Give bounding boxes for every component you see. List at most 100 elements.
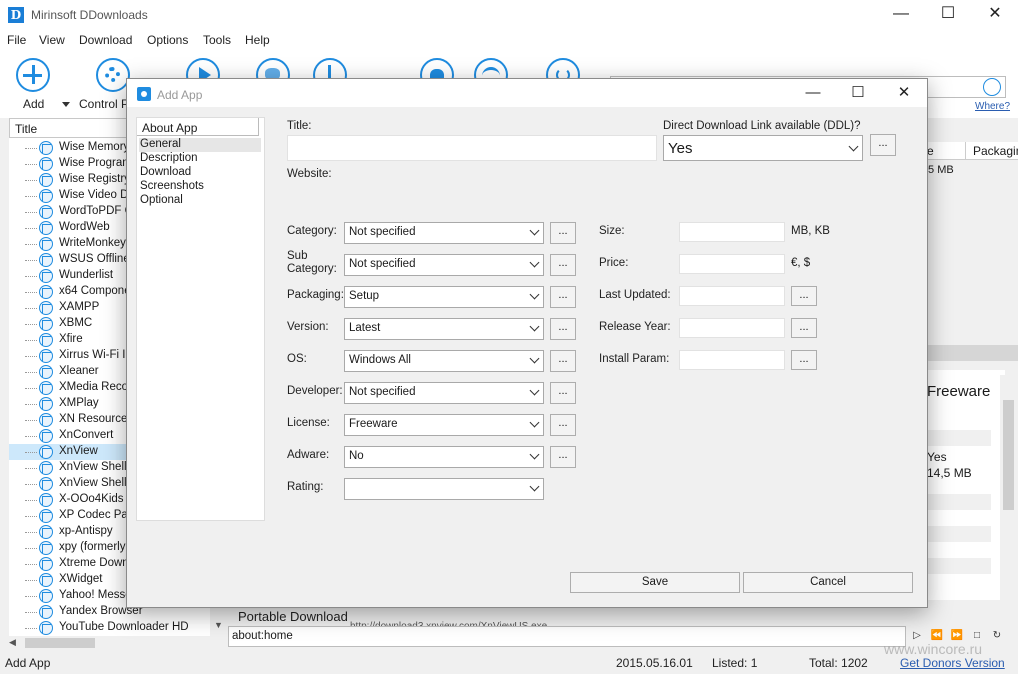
- chevron-down-icon[interactable]: [62, 102, 70, 107]
- nav-item-general[interactable]: General: [139, 138, 261, 152]
- tree-line: [25, 532, 37, 533]
- list-item-label: xp-Antispy: [59, 525, 113, 537]
- table-header: e Packaging: [925, 142, 1018, 160]
- app-icon: [39, 253, 53, 267]
- website-label: Website:: [287, 168, 332, 180]
- menu-view[interactable]: View: [39, 33, 65, 47]
- dialog-close-button[interactable]: ✕: [881, 79, 927, 107]
- menu-download[interactable]: Download: [79, 33, 132, 47]
- field-input[interactable]: [679, 318, 785, 338]
- search-icon[interactable]: [983, 78, 1001, 96]
- app-icon: [39, 141, 53, 155]
- chevron-down-icon: [529, 257, 540, 268]
- cancel-button[interactable]: Cancel: [743, 572, 913, 593]
- list-item-label: XBMC: [59, 317, 93, 329]
- field-browse-button[interactable]: ...: [550, 222, 576, 244]
- field-select[interactable]: Not specified: [344, 254, 544, 276]
- maximize-button[interactable]: ☐: [925, 0, 971, 30]
- field-input[interactable]: [679, 286, 785, 306]
- field-browse-button[interactable]: ...: [550, 350, 576, 372]
- minimize-button[interactable]: —: [878, 0, 924, 30]
- tree-line: [25, 148, 37, 149]
- tree-line: [25, 260, 37, 261]
- app-icon: [39, 429, 53, 443]
- field-input[interactable]: [679, 254, 785, 274]
- tree-line: [25, 308, 37, 309]
- donors-link[interactable]: Get Donors Version: [900, 656, 1005, 670]
- field-select[interactable]: No: [344, 446, 544, 468]
- menu-file[interactable]: File: [7, 33, 26, 47]
- list-item-label: Yahoo! Messe: [59, 589, 132, 601]
- refresh-icon[interactable]: ↻: [990, 629, 1004, 643]
- nav-item-description[interactable]: Description: [139, 152, 261, 166]
- address-input[interactable]: about:home: [228, 626, 906, 647]
- where-link[interactable]: Where?: [975, 101, 1010, 112]
- add-button-label[interactable]: Add: [23, 97, 44, 111]
- license-value: Freeware: [927, 383, 991, 400]
- list-item-label: Wunderlist: [59, 269, 114, 281]
- app-icon: [39, 285, 53, 299]
- save-button[interactable]: Save: [570, 572, 740, 593]
- field-select[interactable]: [344, 478, 544, 500]
- app-icon: [39, 445, 53, 459]
- field-browse-button[interactable]: ...: [550, 382, 576, 404]
- detail-scrollbar[interactable]: [1000, 375, 1017, 615]
- field-select[interactable]: Freeware: [344, 414, 544, 436]
- app-icon: [39, 621, 53, 635]
- field-browse-button[interactable]: ...: [791, 286, 817, 306]
- field-browse-button[interactable]: ...: [791, 318, 817, 338]
- app-icon: [39, 525, 53, 539]
- tree-line: [25, 276, 37, 277]
- splitter[interactable]: [925, 345, 1018, 361]
- tree-line: [25, 548, 37, 549]
- ddl-browse-button[interactable]: ...: [870, 134, 896, 156]
- dialog-minimize-button[interactable]: —: [790, 79, 836, 107]
- nav-item-optional[interactable]: Optional: [139, 194, 261, 208]
- menu-options[interactable]: Options: [147, 33, 188, 47]
- field-browse-button[interactable]: ...: [550, 254, 576, 276]
- dialog-maximize-button[interactable]: ☐: [835, 79, 881, 107]
- plus-icon[interactable]: [16, 58, 50, 92]
- app-icon: [39, 413, 53, 427]
- nav-header: About App: [137, 118, 259, 136]
- close-button[interactable]: ✕: [972, 0, 1018, 30]
- field-browse-button[interactable]: ...: [550, 318, 576, 340]
- menu-help[interactable]: Help: [245, 33, 270, 47]
- tree-line: [25, 388, 37, 389]
- add-app-dialog: Add App — ☐ ✕ About App General Descript…: [126, 78, 928, 608]
- list-item-label: XnView: [59, 445, 98, 457]
- field-select[interactable]: Not specified: [344, 222, 544, 244]
- column-header-packaging[interactable]: Packaging: [973, 144, 1018, 158]
- tree-line: [25, 196, 37, 197]
- list-item-label: Wise Registry: [59, 173, 130, 185]
- field-input[interactable]: [679, 222, 785, 242]
- nav-item-screenshots[interactable]: Screenshots: [139, 180, 261, 194]
- field-input[interactable]: [679, 350, 785, 370]
- app-icon: [39, 397, 53, 411]
- title-input[interactable]: [287, 135, 657, 161]
- ddl-select[interactable]: Yes: [663, 135, 863, 161]
- gear-icon[interactable]: [96, 58, 130, 92]
- app-icon: [39, 589, 53, 603]
- scroll-thumb[interactable]: [25, 638, 95, 648]
- list-item[interactable]: YouTube Downloader HD: [9, 620, 210, 636]
- nav-item-download[interactable]: Download: [139, 166, 261, 180]
- app-icon: [39, 205, 53, 219]
- menu-tools[interactable]: Tools: [203, 33, 231, 47]
- list-item-label: XMedia Recod: [59, 381, 135, 393]
- status-total: Total: 1202: [809, 656, 868, 670]
- field-select[interactable]: Setup: [344, 286, 544, 308]
- field-label: Size:: [599, 225, 625, 237]
- app-icon: [137, 87, 151, 101]
- field-select[interactable]: Not specified: [344, 382, 544, 404]
- field-browse-button[interactable]: ...: [550, 446, 576, 468]
- field-select[interactable]: Windows All: [344, 350, 544, 372]
- list-item-label: Wise Program: [59, 157, 132, 169]
- app-logo-icon: D: [8, 7, 24, 23]
- field-browse-button[interactable]: ...: [791, 350, 817, 370]
- field-browse-button[interactable]: ...: [550, 414, 576, 436]
- field-browse-button[interactable]: ...: [550, 286, 576, 308]
- field-select[interactable]: Latest: [344, 318, 544, 340]
- scroll-left-icon[interactable]: ◀: [9, 637, 16, 648]
- scroll-down-icon[interactable]: ▼: [214, 620, 223, 630]
